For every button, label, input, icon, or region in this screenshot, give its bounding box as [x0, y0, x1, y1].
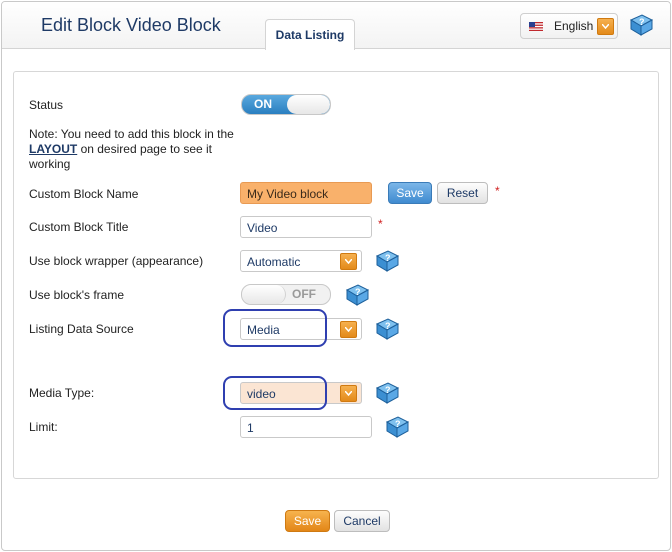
required-mark: *: [495, 184, 500, 198]
wrapper-label: Use block wrapper (appearance): [29, 254, 204, 268]
help-book-icon[interactable]: ?: [344, 284, 370, 306]
svg-text:?: ?: [395, 419, 401, 429]
save-button[interactable]: Save: [285, 510, 330, 532]
block-title-input[interactable]: Video: [240, 216, 372, 238]
limit-label: Limit:: [29, 420, 58, 434]
svg-text:?: ?: [639, 17, 645, 27]
chevron-down-icon[interactable]: [597, 18, 614, 35]
required-mark: *: [378, 217, 383, 231]
us-flag-icon: [529, 22, 543, 31]
svg-text:?: ?: [385, 385, 391, 395]
svg-text:?: ?: [385, 321, 391, 331]
layout-note: Note: You need to add this block in the …: [29, 127, 234, 172]
help-book-icon[interactable]: ?: [374, 250, 400, 272]
frame-toggle-text: OFF: [292, 287, 316, 301]
language-select[interactable]: English: [520, 13, 618, 39]
status-toggle-text: ON: [254, 97, 272, 111]
help-book-icon[interactable]: ?: [374, 318, 400, 340]
chevron-down-icon[interactable]: [340, 385, 357, 402]
toggle-knob: [287, 95, 330, 114]
frame-label: Use block's frame: [29, 288, 124, 302]
help-book-icon[interactable]: ?: [384, 416, 410, 438]
note-prefix: Note: You need to add this block in the: [29, 127, 234, 141]
limit-input[interactable]: 1: [240, 416, 372, 438]
chevron-down-icon[interactable]: [340, 321, 357, 338]
block-name-label: Custom Block Name: [29, 187, 139, 201]
tab-data-listing[interactable]: Data Listing: [265, 19, 355, 50]
block-name-input[interactable]: My Video block: [240, 182, 372, 204]
data-source-label: Listing Data Source: [29, 322, 134, 336]
frame-toggle[interactable]: OFF: [241, 284, 331, 305]
media-type-label: Media Type:: [29, 386, 95, 400]
page-title: Edit Block Video Block: [41, 15, 221, 35]
layout-link[interactable]: LAYOUT: [29, 142, 77, 156]
name-save-button[interactable]: Save: [388, 182, 432, 204]
language-label: English: [554, 19, 594, 33]
status-toggle[interactable]: ON: [241, 94, 331, 115]
name-reset-button[interactable]: Reset: [437, 182, 488, 204]
cancel-button[interactable]: Cancel: [334, 510, 390, 532]
window-header: Edit Block Video Block Data Listing Engl…: [2, 2, 670, 50]
help-book-icon[interactable]: ?: [374, 382, 400, 404]
block-title-label: Custom Block Title: [29, 220, 129, 234]
toggle-knob: [242, 285, 286, 304]
data-source-value: Media: [247, 323, 280, 337]
edit-block-window: Edit Block Video Block Data Listing Engl…: [1, 1, 671, 551]
status-label: Status: [29, 98, 64, 112]
svg-text:?: ?: [385, 253, 391, 263]
wrapper-value: Automatic: [247, 255, 301, 269]
help-book-icon[interactable]: ?: [628, 14, 654, 36]
svg-text:?: ?: [355, 287, 361, 297]
chevron-down-icon[interactable]: [340, 253, 357, 270]
media-type-value: video: [247, 387, 276, 401]
